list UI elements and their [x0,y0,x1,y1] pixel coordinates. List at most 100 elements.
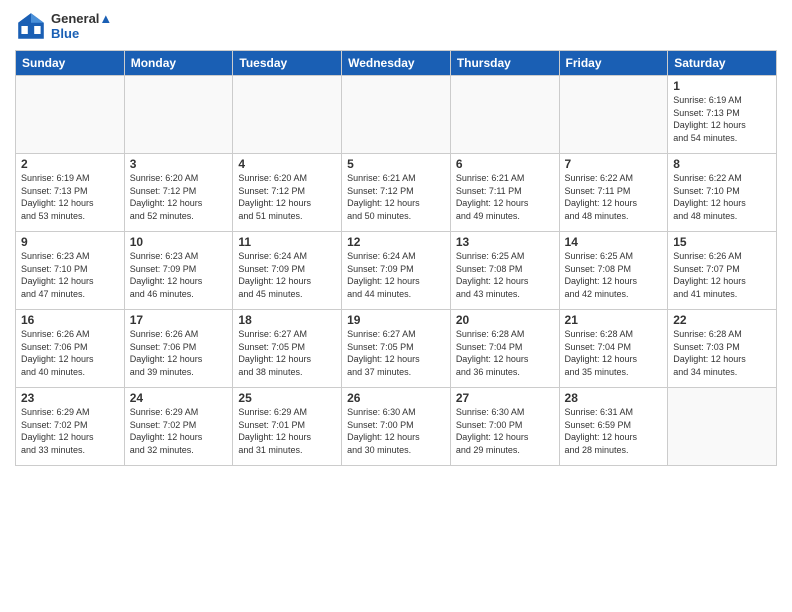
day-number: 25 [238,391,336,405]
day-info: Sunrise: 6:22 AM Sunset: 7:11 PM Dayligh… [565,172,663,222]
day-number: 9 [21,235,119,249]
day-number: 8 [673,157,771,171]
day-info: Sunrise: 6:22 AM Sunset: 7:10 PM Dayligh… [673,172,771,222]
weekday-header: Tuesday [233,51,342,76]
day-info: Sunrise: 6:29 AM Sunset: 7:02 PM Dayligh… [130,406,228,456]
calendar-day-cell: 19Sunrise: 6:27 AM Sunset: 7:05 PM Dayli… [342,310,451,388]
day-number: 10 [130,235,228,249]
calendar-day-cell: 26Sunrise: 6:30 AM Sunset: 7:00 PM Dayli… [342,388,451,466]
day-info: Sunrise: 6:21 AM Sunset: 7:12 PM Dayligh… [347,172,445,222]
calendar-day-cell: 14Sunrise: 6:25 AM Sunset: 7:08 PM Dayli… [559,232,668,310]
weekday-header: Wednesday [342,51,451,76]
calendar-week-row: 2Sunrise: 6:19 AM Sunset: 7:13 PM Daylig… [16,154,777,232]
day-info: Sunrise: 6:28 AM Sunset: 7:03 PM Dayligh… [673,328,771,378]
calendar-day-cell [668,388,777,466]
day-number: 21 [565,313,663,327]
day-info: Sunrise: 6:24 AM Sunset: 7:09 PM Dayligh… [347,250,445,300]
day-number: 17 [130,313,228,327]
day-info: Sunrise: 6:24 AM Sunset: 7:09 PM Dayligh… [238,250,336,300]
calendar-day-cell: 7Sunrise: 6:22 AM Sunset: 7:11 PM Daylig… [559,154,668,232]
weekday-header: Thursday [450,51,559,76]
day-info: Sunrise: 6:19 AM Sunset: 7:13 PM Dayligh… [21,172,119,222]
weekday-header: Friday [559,51,668,76]
calendar: SundayMondayTuesdayWednesdayThursdayFrid… [15,50,777,466]
calendar-day-cell: 11Sunrise: 6:24 AM Sunset: 7:09 PM Dayli… [233,232,342,310]
day-info: Sunrise: 6:30 AM Sunset: 7:00 PM Dayligh… [456,406,554,456]
day-number: 16 [21,313,119,327]
weekday-header: Monday [124,51,233,76]
calendar-day-cell: 10Sunrise: 6:23 AM Sunset: 7:09 PM Dayli… [124,232,233,310]
day-number: 12 [347,235,445,249]
day-info: Sunrise: 6:19 AM Sunset: 7:13 PM Dayligh… [673,94,771,144]
calendar-day-cell [233,76,342,154]
calendar-day-cell [342,76,451,154]
day-number: 27 [456,391,554,405]
calendar-day-cell: 25Sunrise: 6:29 AM Sunset: 7:01 PM Dayli… [233,388,342,466]
calendar-day-cell: 28Sunrise: 6:31 AM Sunset: 6:59 PM Dayli… [559,388,668,466]
calendar-day-cell: 16Sunrise: 6:26 AM Sunset: 7:06 PM Dayli… [16,310,125,388]
day-number: 23 [21,391,119,405]
calendar-day-cell: 12Sunrise: 6:24 AM Sunset: 7:09 PM Dayli… [342,232,451,310]
day-number: 6 [456,157,554,171]
calendar-day-cell: 17Sunrise: 6:26 AM Sunset: 7:06 PM Dayli… [124,310,233,388]
day-number: 13 [456,235,554,249]
day-info: Sunrise: 6:29 AM Sunset: 7:02 PM Dayligh… [21,406,119,456]
day-number: 28 [565,391,663,405]
day-number: 19 [347,313,445,327]
calendar-day-cell: 8Sunrise: 6:22 AM Sunset: 7:10 PM Daylig… [668,154,777,232]
day-info: Sunrise: 6:25 AM Sunset: 7:08 PM Dayligh… [565,250,663,300]
day-info: Sunrise: 6:27 AM Sunset: 7:05 PM Dayligh… [238,328,336,378]
day-info: Sunrise: 6:20 AM Sunset: 7:12 PM Dayligh… [130,172,228,222]
calendar-day-cell: 27Sunrise: 6:30 AM Sunset: 7:00 PM Dayli… [450,388,559,466]
calendar-day-cell: 15Sunrise: 6:26 AM Sunset: 7:07 PM Dayli… [668,232,777,310]
day-number: 20 [456,313,554,327]
day-info: Sunrise: 6:23 AM Sunset: 7:09 PM Dayligh… [130,250,228,300]
page: General▲ Blue SundayMondayTuesdayWednesd… [0,0,792,612]
calendar-day-cell: 24Sunrise: 6:29 AM Sunset: 7:02 PM Dayli… [124,388,233,466]
day-info: Sunrise: 6:20 AM Sunset: 7:12 PM Dayligh… [238,172,336,222]
day-info: Sunrise: 6:26 AM Sunset: 7:07 PM Dayligh… [673,250,771,300]
calendar-day-cell: 1Sunrise: 6:19 AM Sunset: 7:13 PM Daylig… [668,76,777,154]
day-number: 26 [347,391,445,405]
day-number: 1 [673,79,771,93]
calendar-day-cell [450,76,559,154]
day-info: Sunrise: 6:31 AM Sunset: 6:59 PM Dayligh… [565,406,663,456]
logo-text: General▲ Blue [51,11,112,41]
weekday-header: Saturday [668,51,777,76]
calendar-day-cell: 18Sunrise: 6:27 AM Sunset: 7:05 PM Dayli… [233,310,342,388]
day-info: Sunrise: 6:23 AM Sunset: 7:10 PM Dayligh… [21,250,119,300]
header: General▲ Blue [15,10,777,42]
day-info: Sunrise: 6:30 AM Sunset: 7:00 PM Dayligh… [347,406,445,456]
day-number: 24 [130,391,228,405]
calendar-week-row: 16Sunrise: 6:26 AM Sunset: 7:06 PM Dayli… [16,310,777,388]
calendar-day-cell: 20Sunrise: 6:28 AM Sunset: 7:04 PM Dayli… [450,310,559,388]
calendar-week-row: 23Sunrise: 6:29 AM Sunset: 7:02 PM Dayli… [16,388,777,466]
day-number: 4 [238,157,336,171]
weekday-header: Sunday [16,51,125,76]
day-number: 2 [21,157,119,171]
calendar-day-cell: 4Sunrise: 6:20 AM Sunset: 7:12 PM Daylig… [233,154,342,232]
calendar-day-cell: 6Sunrise: 6:21 AM Sunset: 7:11 PM Daylig… [450,154,559,232]
calendar-day-cell [16,76,125,154]
calendar-day-cell: 5Sunrise: 6:21 AM Sunset: 7:12 PM Daylig… [342,154,451,232]
calendar-day-cell: 9Sunrise: 6:23 AM Sunset: 7:10 PM Daylig… [16,232,125,310]
calendar-week-row: 1Sunrise: 6:19 AM Sunset: 7:13 PM Daylig… [16,76,777,154]
calendar-day-cell: 13Sunrise: 6:25 AM Sunset: 7:08 PM Dayli… [450,232,559,310]
day-number: 18 [238,313,336,327]
calendar-day-cell [559,76,668,154]
day-number: 14 [565,235,663,249]
logo: General▲ Blue [15,10,112,42]
day-info: Sunrise: 6:27 AM Sunset: 7:05 PM Dayligh… [347,328,445,378]
day-info: Sunrise: 6:21 AM Sunset: 7:11 PM Dayligh… [456,172,554,222]
calendar-header-row: SundayMondayTuesdayWednesdayThursdayFrid… [16,51,777,76]
calendar-day-cell: 22Sunrise: 6:28 AM Sunset: 7:03 PM Dayli… [668,310,777,388]
day-info: Sunrise: 6:29 AM Sunset: 7:01 PM Dayligh… [238,406,336,456]
day-number: 5 [347,157,445,171]
day-number: 3 [130,157,228,171]
calendar-day-cell: 3Sunrise: 6:20 AM Sunset: 7:12 PM Daylig… [124,154,233,232]
day-number: 11 [238,235,336,249]
logo-icon [15,10,47,42]
day-info: Sunrise: 6:25 AM Sunset: 7:08 PM Dayligh… [456,250,554,300]
calendar-week-row: 9Sunrise: 6:23 AM Sunset: 7:10 PM Daylig… [16,232,777,310]
day-number: 22 [673,313,771,327]
